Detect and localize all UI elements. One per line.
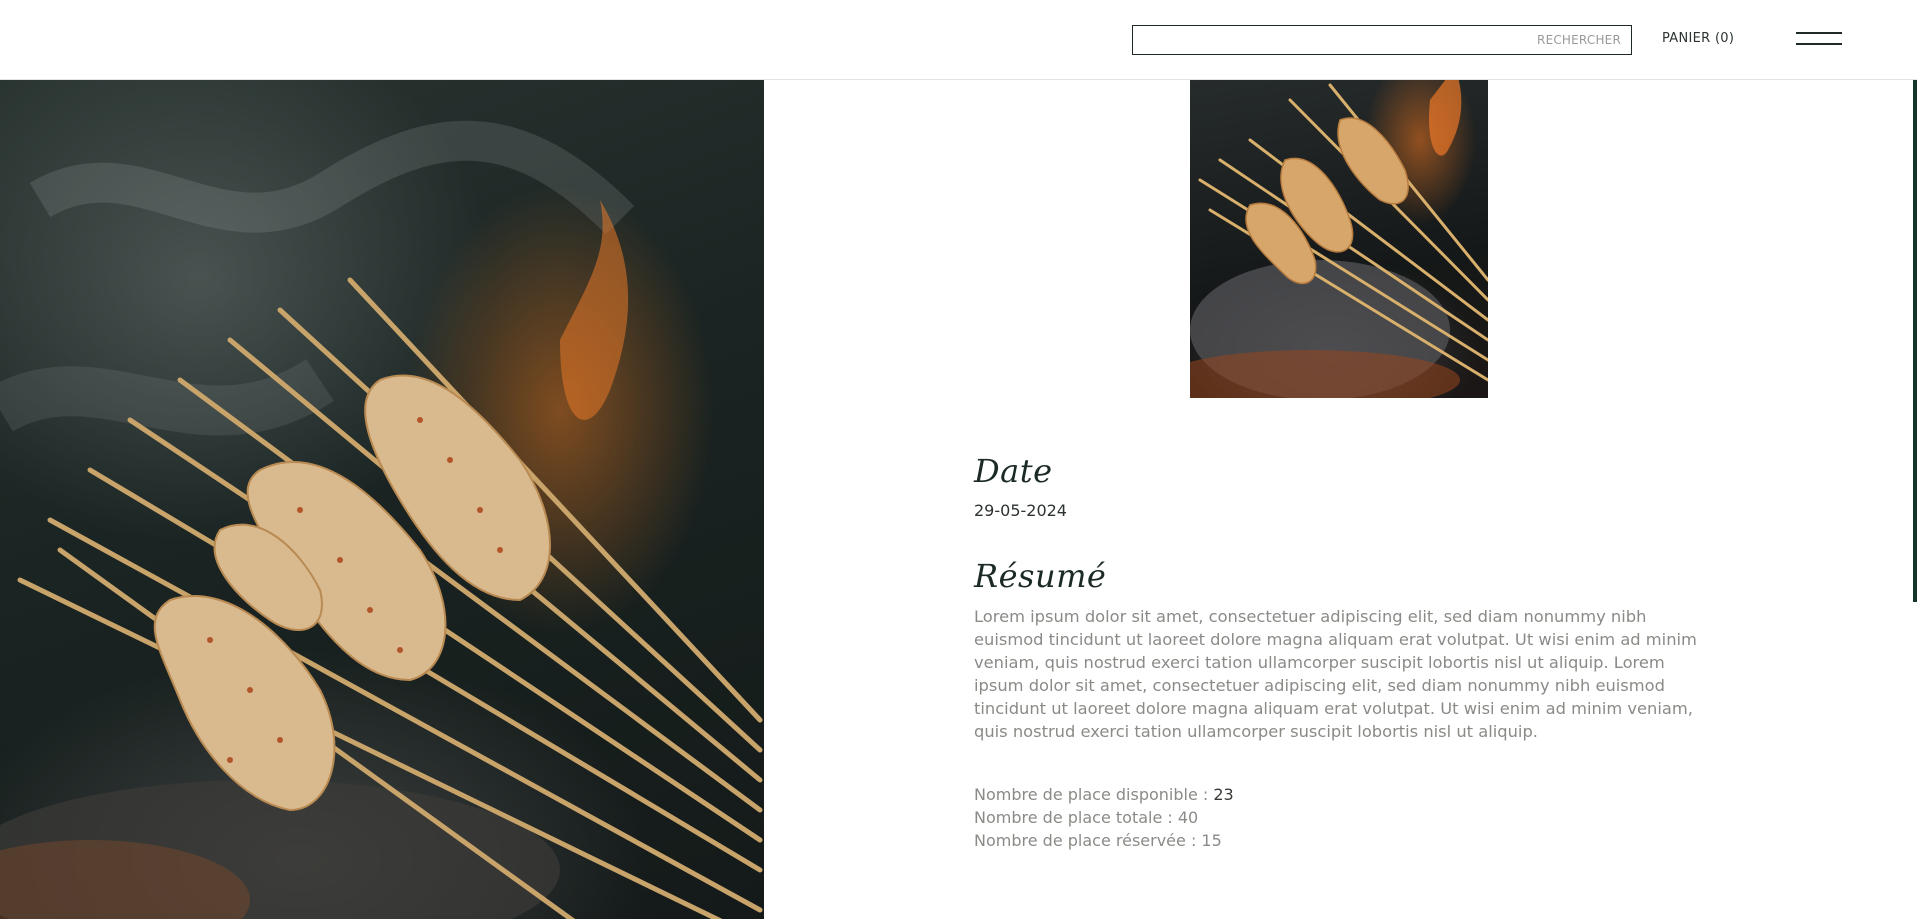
hero-image	[0, 80, 764, 919]
event-date: 29-05-2024	[974, 501, 1067, 520]
menu-line	[1796, 43, 1842, 45]
event-thumbnail-image	[1190, 80, 1488, 398]
date-heading: Date	[974, 452, 1053, 490]
stat-value: 15	[1201, 831, 1222, 850]
search-input[interactable]	[1133, 26, 1631, 54]
summary-text: Lorem ipsum dolor sit amet, consectetuer…	[974, 607, 1697, 741]
summary-heading: Résumé	[974, 557, 1107, 595]
stat-total: Nombre de place totale : 40	[974, 806, 1234, 829]
stat-label: Nombre de place totale :	[974, 808, 1178, 827]
stat-value: 40	[1177, 808, 1199, 827]
stat-value: 23	[1213, 785, 1234, 804]
site-header: PANIER (0)	[0, 0, 1917, 80]
stat-reserved: Nombre de place réservée : 15	[974, 829, 1234, 852]
search-box[interactable]	[1132, 25, 1632, 55]
cart-link[interactable]: PANIER (0)	[1662, 31, 1734, 46]
stat-label: Nombre de place réservée :	[974, 831, 1202, 850]
stat-available: Nombre de place disponible : 23	[974, 783, 1234, 806]
scrollbar-thumb[interactable]	[1913, 0, 1917, 602]
seat-stats: Nombre de place disponible : 23 Nombre d…	[974, 783, 1234, 852]
hamburger-menu-icon[interactable]	[1796, 30, 1842, 48]
menu-line	[1796, 32, 1842, 34]
stat-label: Nombre de place disponible :	[974, 785, 1214, 804]
